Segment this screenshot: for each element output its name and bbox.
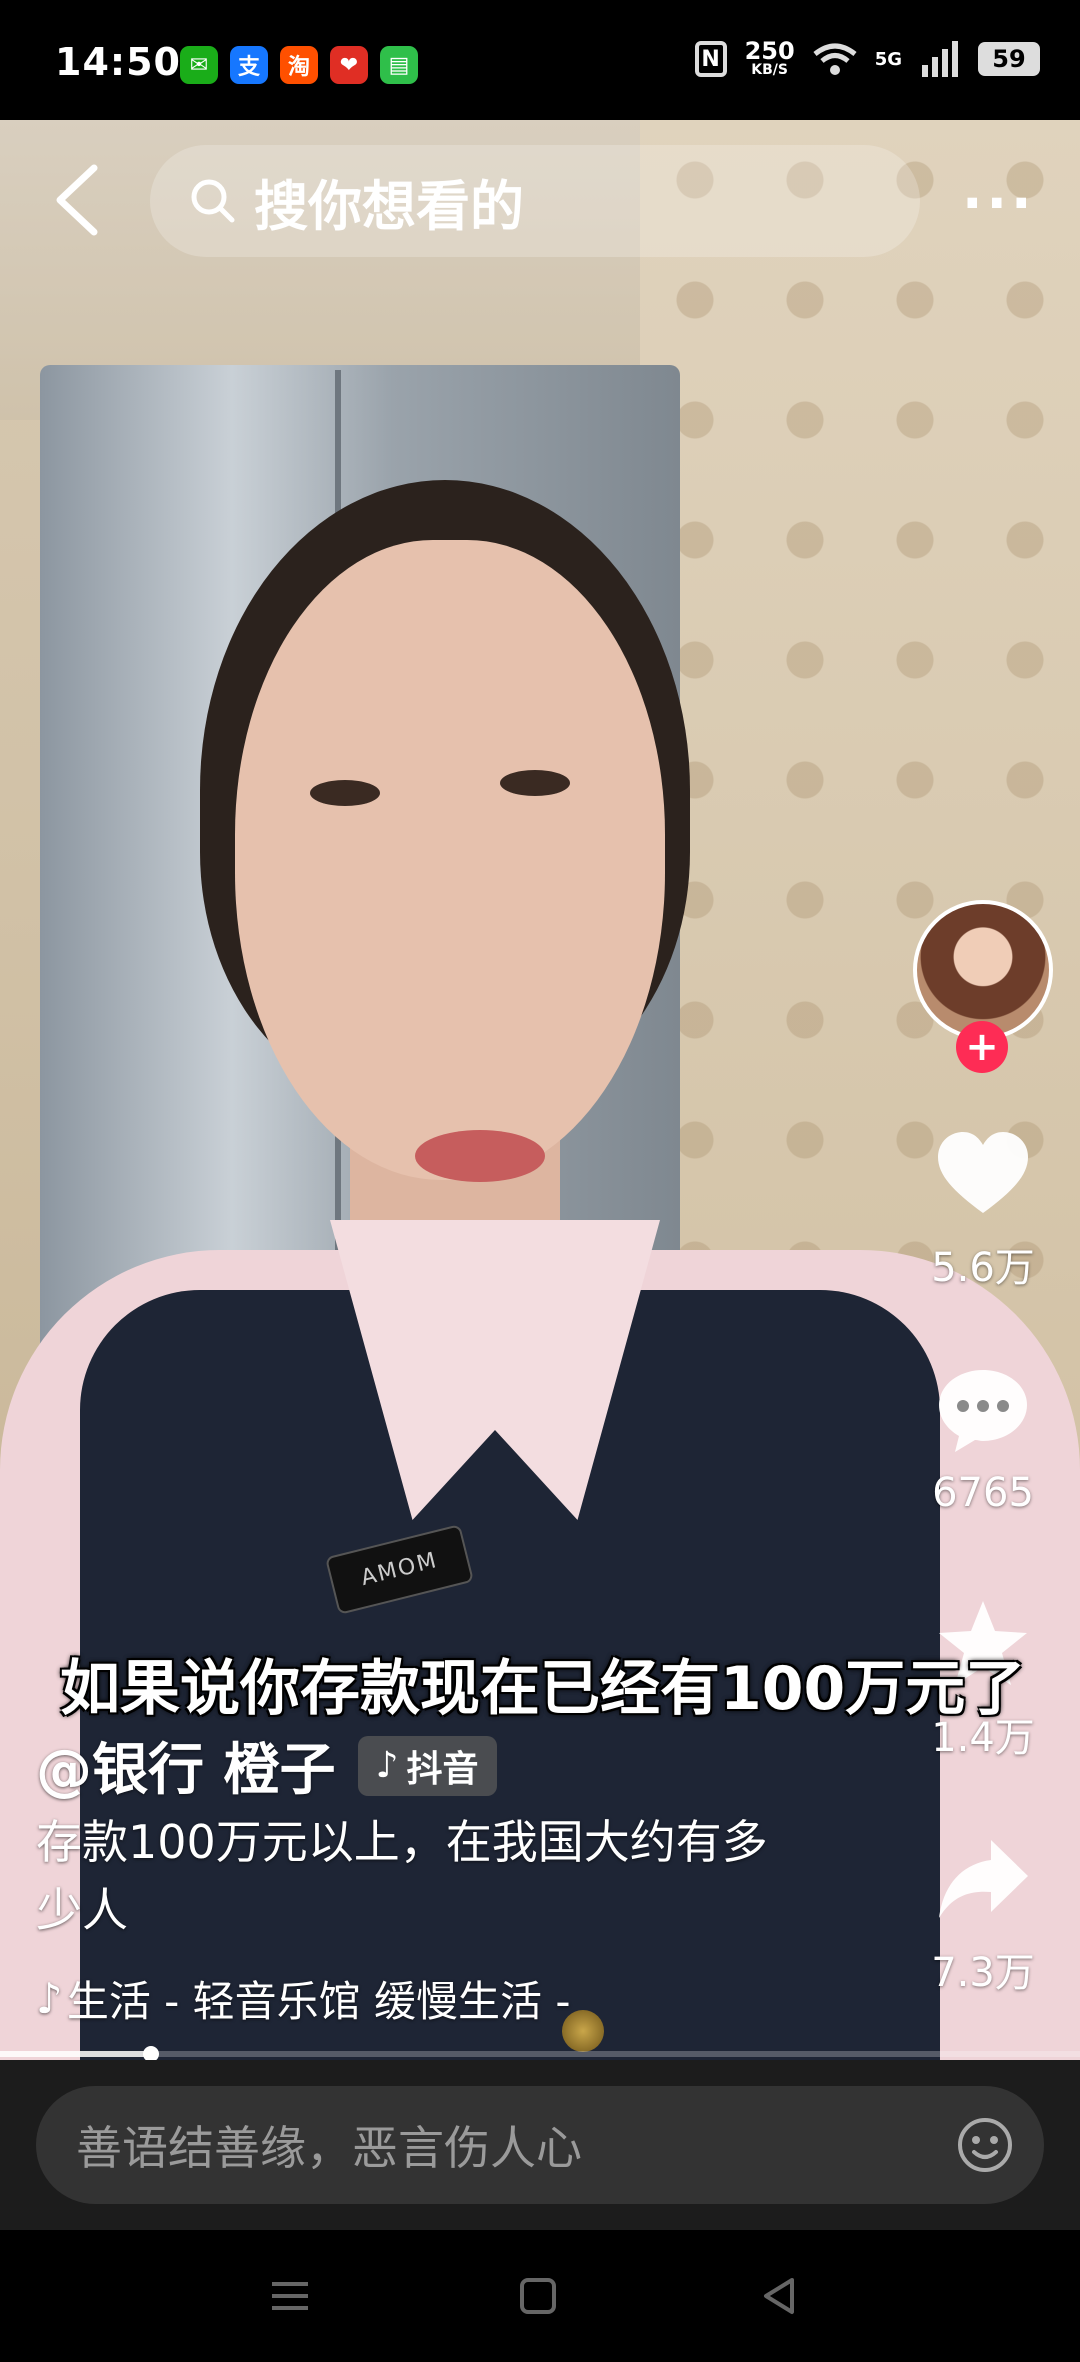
like-button[interactable]: 5.6万: [913, 1125, 1053, 1293]
music-info[interactable]: ♪ 生活 - 轻音乐馆 缓慢生活 -: [36, 1968, 571, 2029]
music-title: 生活 - 轻音乐馆 缓慢生活 -: [66, 1977, 571, 2026]
share-button[interactable]: 7.3万: [913, 1830, 1053, 1998]
share-arrow-icon: [939, 1840, 1028, 1918]
video-subtitle: 如果说你存款现在已经有100万元了: [60, 1654, 1026, 1724]
author-name[interactable]: @银行 橙子: [36, 1725, 336, 1806]
status-indicators: N 250 KB/S 5G 59: [694, 37, 1040, 78]
battery-level: 59: [978, 42, 1040, 76]
comment-bar: 善语结善缘，恶言伤人心: [0, 2060, 1080, 2230]
wifi-icon: [813, 43, 857, 75]
douyin-note-icon: ♪: [375, 1745, 399, 1786]
video-person-face: [235, 540, 665, 1180]
network-speed-unit: KB/S: [751, 62, 788, 78]
search-placeholder: 搜你想看的: [254, 174, 524, 238]
author-row: @银行 橙子 ♪ 抖音: [36, 1725, 497, 1806]
search-bar[interactable]: 搜你想看的: [150, 145, 920, 257]
taobao-icon: 淘: [280, 46, 318, 84]
search-icon: [191, 179, 235, 223]
video-person-eye-left: [310, 780, 380, 806]
network-type: 5G: [874, 48, 902, 70]
video-description[interactable]: 存款100万元以上，在我国大约有多少人: [36, 1808, 796, 1944]
signal-icon: [922, 41, 958, 77]
video-person-lips: [415, 1130, 545, 1182]
status-bar: 14:50 ✉ 支 淘 ❤ ▤ N 250 KB/S 5G 59: [0, 0, 1080, 120]
back-button[interactable]: [50, 160, 106, 240]
pinduoduo-icon: ❤: [330, 46, 368, 84]
alipay-icon: 支: [230, 46, 268, 84]
comment-button[interactable]: 6765: [913, 1360, 1053, 1516]
video-progress-fill: [0, 2051, 152, 2057]
comment-count: 6765: [932, 1470, 1034, 1516]
status-time: 14:50: [55, 40, 181, 84]
wechat-icon: ✉: [180, 46, 218, 84]
comment-placeholder: 善语结善缘，恶言伤人心: [76, 2121, 582, 2175]
douyin-badge-label: 抖音: [406, 1748, 479, 1790]
heart-icon: [938, 1132, 1028, 1213]
nfc-icon: N: [694, 41, 727, 77]
douyin-badge[interactable]: ♪ 抖音: [357, 1735, 497, 1796]
home-square-icon[interactable]: [516, 2274, 560, 2318]
video-progress-bar[interactable]: [0, 2046, 1080, 2062]
video-person-eye-right: [500, 770, 570, 796]
comment-icon: [939, 1370, 1027, 1452]
back-triangle-icon[interactable]: [758, 2274, 802, 2318]
menu-icon[interactable]: [268, 2274, 312, 2318]
network-speed-value: 250: [744, 37, 795, 65]
author-avatar[interactable]: [913, 900, 1053, 1040]
music-note-icon: ♪: [36, 1974, 63, 2023]
share-count: 7.3万: [931, 1950, 1035, 1996]
like-count: 5.6万: [931, 1245, 1035, 1291]
follow-button[interactable]: +: [956, 1021, 1008, 1073]
system-nav-bar: [0, 2230, 1080, 2362]
messages-icon: ▤: [380, 46, 418, 84]
network-speed: 250 KB/S: [744, 37, 795, 78]
comment-input[interactable]: 善语结善缘，恶言伤人心: [36, 2086, 1044, 2204]
notification-icons: ✉ 支 淘 ❤ ▤: [180, 46, 418, 84]
emoji-icon[interactable]: [956, 2116, 1014, 2174]
more-options-button[interactable]: ···: [962, 172, 1036, 235]
